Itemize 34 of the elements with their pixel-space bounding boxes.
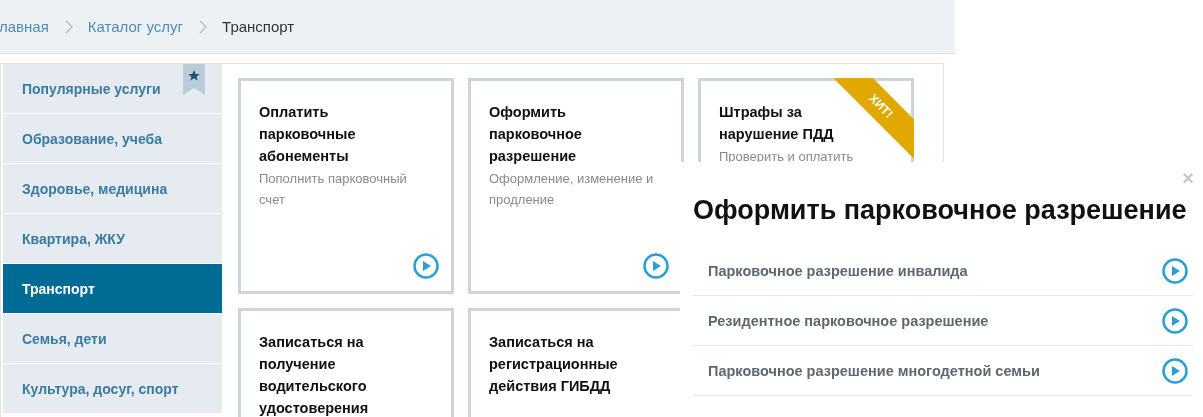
card-title: Записаться на регистрационные действия ГИБДД [489, 333, 619, 396]
sidebar-item[interactable]: Популярные услуги [3, 64, 222, 113]
card-description: Оформление, изменение и продление [489, 170, 655, 209]
card-title: Штрафы за нарушение ПДД [719, 103, 835, 144]
popup-title: Оформить парковочное разрешение [693, 195, 1188, 226]
play-icon[interactable] [643, 253, 669, 279]
play-icon[interactable] [1162, 307, 1188, 334]
play-icon[interactable] [1162, 257, 1188, 284]
card-title: Записаться на получение водительского удостоверения [259, 333, 370, 417]
service-card[interactable]: Записаться на получение водительского удостоверения [238, 308, 454, 417]
popup-list-item[interactable]: Парковочное разрешение многодетной семьи [693, 346, 1193, 396]
bookmark-star-icon [183, 64, 205, 95]
chevron-icon [199, 19, 208, 34]
popup-list-item[interactable]: Парковочное разрешение инвалида [693, 246, 1193, 296]
sidebar-item[interactable]: Транспорт [3, 264, 222, 313]
list-item-text[interactable]: Парковочное разрешение многодетной семьи [708, 362, 1040, 379]
popup-list-item[interactable]: Резидентное парковочное разрешение [693, 296, 1193, 346]
play-icon[interactable] [413, 253, 439, 279]
sidebar-item[interactable]: Образование, учеба [3, 114, 222, 163]
breadcrumb-current: Транспорт [222, 18, 295, 35]
sidebar-item[interactable]: Квартира, ЖКУ [3, 214, 222, 263]
chevron-icon [64, 19, 73, 34]
sidebar-item[interactable]: Здоровье, медицина [3, 164, 222, 213]
list-item-text[interactable]: Резидентное парковочное разрешение [708, 312, 989, 329]
sidebar-item[interactable]: Семья, дети [3, 314, 222, 363]
card-description: Пополнить парковочный счет [259, 170, 408, 209]
play-icon[interactable] [1162, 357, 1188, 384]
card-title: Оформить парковочное разрешение [489, 103, 583, 166]
service-card[interactable]: Оплатить парковочные абонементы Пополнить парковочный счет [238, 78, 454, 294]
breadcrumb-link[interactable]: Каталог услуг [87, 18, 184, 35]
service-card[interactable]: Оформить парковочное разрешение Оформление, изменение и продление [468, 78, 684, 294]
sidebar-item[interactable]: Культура, досуг, спорт [3, 364, 222, 413]
list-item-text[interactable]: Парковочное разрешение инвалида [708, 262, 968, 279]
card-title: Оплатить парковочные абонементы [259, 103, 357, 166]
